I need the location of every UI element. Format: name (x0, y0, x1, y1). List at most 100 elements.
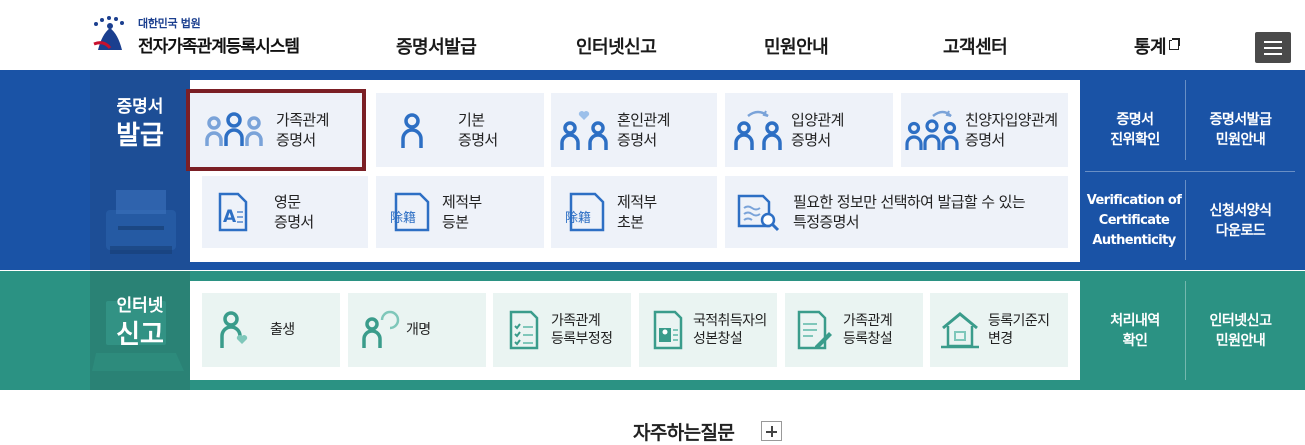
side-link-line2: 민원안내 (1215, 132, 1266, 148)
english-document-icon: A (218, 192, 248, 232)
card-label-line1: 영문 (274, 193, 301, 211)
certificate-section: 증명서 발급 가족관계 증명서 기본 증명서 혼인관계 증명서 입양관계 증명서… (0, 70, 1305, 270)
side-link-line1: 증명서 (1116, 112, 1154, 128)
document-pen-icon (797, 310, 832, 350)
card-label-line2: 증명서 (274, 213, 314, 231)
court-emblem-icon (93, 16, 124, 50)
rename-icon (362, 310, 400, 348)
hamburger-line (1264, 47, 1282, 49)
card-label-line1: 가족관계 (551, 313, 601, 329)
card-label-line1: 가족관계 (843, 313, 893, 329)
logo-title: 전자가족관계등록시스템 (138, 37, 300, 57)
id-card-icon (653, 310, 683, 350)
side-link-line1: 증명서발급 (1209, 112, 1272, 128)
section-title-small: 인터넷 (116, 296, 164, 316)
side-link-line1: Verification of (1086, 193, 1182, 208)
removed-register-icon: 除籍 (565, 192, 605, 232)
link-internet-report-guide[interactable]: 인터넷신고 민원안내 (1188, 311, 1293, 351)
cert-adoption[interactable]: 입양관계증명서 (725, 93, 893, 167)
side-link-line1: 신청서양식 (1209, 203, 1272, 219)
report-birth[interactable]: 출생 (202, 293, 340, 367)
nav-statistics-label: 통계 (1134, 37, 1167, 58)
menu-button[interactable] (1255, 32, 1291, 63)
cert-removed-register-partial[interactable]: 除籍 제적부초본 (551, 176, 717, 248)
card-label-line1: 가족관계 (276, 111, 329, 129)
report-naturalized-surname[interactable]: 국적취득자의 성본창설 (639, 293, 777, 367)
cert-basic[interactable]: 기본증명서 (376, 93, 544, 167)
site-logo[interactable]: 대한민국 법원 전자가족관계등록시스템 (88, 14, 300, 58)
card-label-line1: 혼인관계 (617, 111, 670, 129)
nav-certificate-issue[interactable]: 증명서발급 (396, 33, 477, 59)
cert-marriage[interactable]: 혼인관계 증명서 (551, 93, 717, 167)
side-link-line3: Authenticity (1092, 233, 1176, 248)
removed-register-icon: 除籍 (390, 192, 430, 232)
nav-internet-report[interactable]: 인터넷신고 (576, 33, 657, 59)
logo-subtitle: 대한민국 법원 (138, 17, 201, 30)
divider (1185, 80, 1186, 160)
link-process-history[interactable]: 처리내역 확인 (1085, 311, 1185, 351)
report-register-correction[interactable]: 가족관계등록부정정 (493, 293, 631, 367)
card-label-line1: 등록기준지 (988, 313, 1050, 329)
hamburger-line (1264, 53, 1282, 55)
report-base-address-change[interactable]: 등록기준지변경 (930, 293, 1068, 367)
link-verification-english[interactable]: Verification of Certificate Authenticity (1083, 191, 1185, 251)
site-header: 대한민국 법원 전자가족관계등록시스템 증명서발급 인터넷신고 민원안내 고객센… (0, 0, 1305, 72)
link-form-download[interactable]: 신청서양식 다운로드 (1188, 201, 1293, 241)
card-label-line1: 친양자입양관계 (965, 111, 1058, 129)
card-label-line2: 등록부정정 (551, 331, 613, 347)
hamburger-line (1264, 41, 1282, 43)
card-label-line1: 제적부 (442, 193, 482, 211)
report-register-creation[interactable]: 가족관계등록창설 (785, 293, 923, 367)
cert-english[interactable]: A 영문증명서 (202, 176, 368, 248)
couple-heart-icon (560, 111, 608, 150)
card-label-line1: 기본 (458, 111, 485, 129)
cert-full-adoption[interactable]: 친양자입양관계증명서 (901, 93, 1068, 167)
card-label-line1: 제적부 (617, 193, 657, 211)
section-title-big: 발급 (116, 121, 164, 151)
card-label-line2: 증명서 (276, 131, 316, 149)
stamp-text: 除籍 (565, 210, 591, 226)
side-link-line1: 처리내역 (1110, 313, 1160, 329)
card-label-line2: 초본 (617, 213, 644, 231)
birth-icon (220, 311, 248, 348)
faq-expand-plus-icon[interactable] (761, 421, 782, 441)
card-label-line2: 증명서 (458, 131, 498, 149)
card-label-line1: 개명 (406, 322, 431, 338)
card-label-line2: 특정증명서 (793, 213, 860, 231)
printer-illustration-icon (106, 190, 176, 254)
report-rename[interactable]: 개명 (348, 293, 486, 367)
svg-text:A: A (223, 207, 237, 227)
section-title-big: 신고 (116, 320, 164, 350)
family-icon (205, 112, 263, 146)
side-link-line2: Certificate (1098, 213, 1170, 228)
cert-family-relation[interactable]: 가족관계증명서 (186, 89, 366, 171)
checklist-icon (509, 310, 539, 350)
document-search-icon (737, 194, 780, 232)
link-verify-certificate[interactable]: 증명서 진위확인 (1085, 110, 1185, 150)
stamp-text: 除籍 (390, 210, 416, 226)
internet-report-panel: 출생 개명 가족관계 등록부정정 국적취득자의 성본창설 가족관계 등록창설 등… (190, 281, 1080, 380)
nav-customer-center[interactable]: 고객센터 (943, 33, 1008, 59)
side-link-line1: 인터넷신고 (1209, 313, 1272, 329)
card-label-line1: 입양관계 (791, 111, 844, 129)
cert-specific[interactable]: 필요한 정보만 선택하여 발급할 수 있는 특정증명서 (725, 176, 1068, 248)
nav-civil-guide[interactable]: 민원안내 (764, 33, 829, 59)
nav-statistics[interactable]: 통계 (1134, 33, 1181, 59)
card-label-line2: 등록창설 (843, 331, 893, 347)
adoption-icon (734, 110, 782, 150)
certificate-panel: 가족관계 증명서 기본 증명서 혼인관계 증명서 입양관계 증명서 친양자입양관… (186, 80, 1080, 262)
card-label-line2: 증명서 (791, 131, 831, 149)
card-label-line1: 출생 (270, 322, 295, 338)
side-link-line2: 민원안내 (1215, 333, 1266, 349)
certificate-section-header: 증명서 발급 (90, 70, 190, 270)
internet-report-section: 인터넷 신고 출생 개명 가족관계 등록부정정 국적취득자의 성본창설 가족관계… (0, 271, 1305, 390)
divider (1185, 180, 1186, 260)
faq-title: 자주하는질문 (633, 422, 735, 444)
cert-removed-register-full[interactable]: 除籍 제적부 등본 (376, 176, 544, 248)
card-label-line2: 증명서 (965, 131, 1005, 149)
link-issue-guide[interactable]: 증명서발급 민원안내 (1188, 110, 1293, 150)
side-link-line2: 다운로드 (1215, 223, 1266, 239)
side-link-line2: 확인 (1122, 333, 1148, 349)
card-label-line2: 변경 (988, 331, 1013, 347)
divider (1085, 171, 1295, 172)
